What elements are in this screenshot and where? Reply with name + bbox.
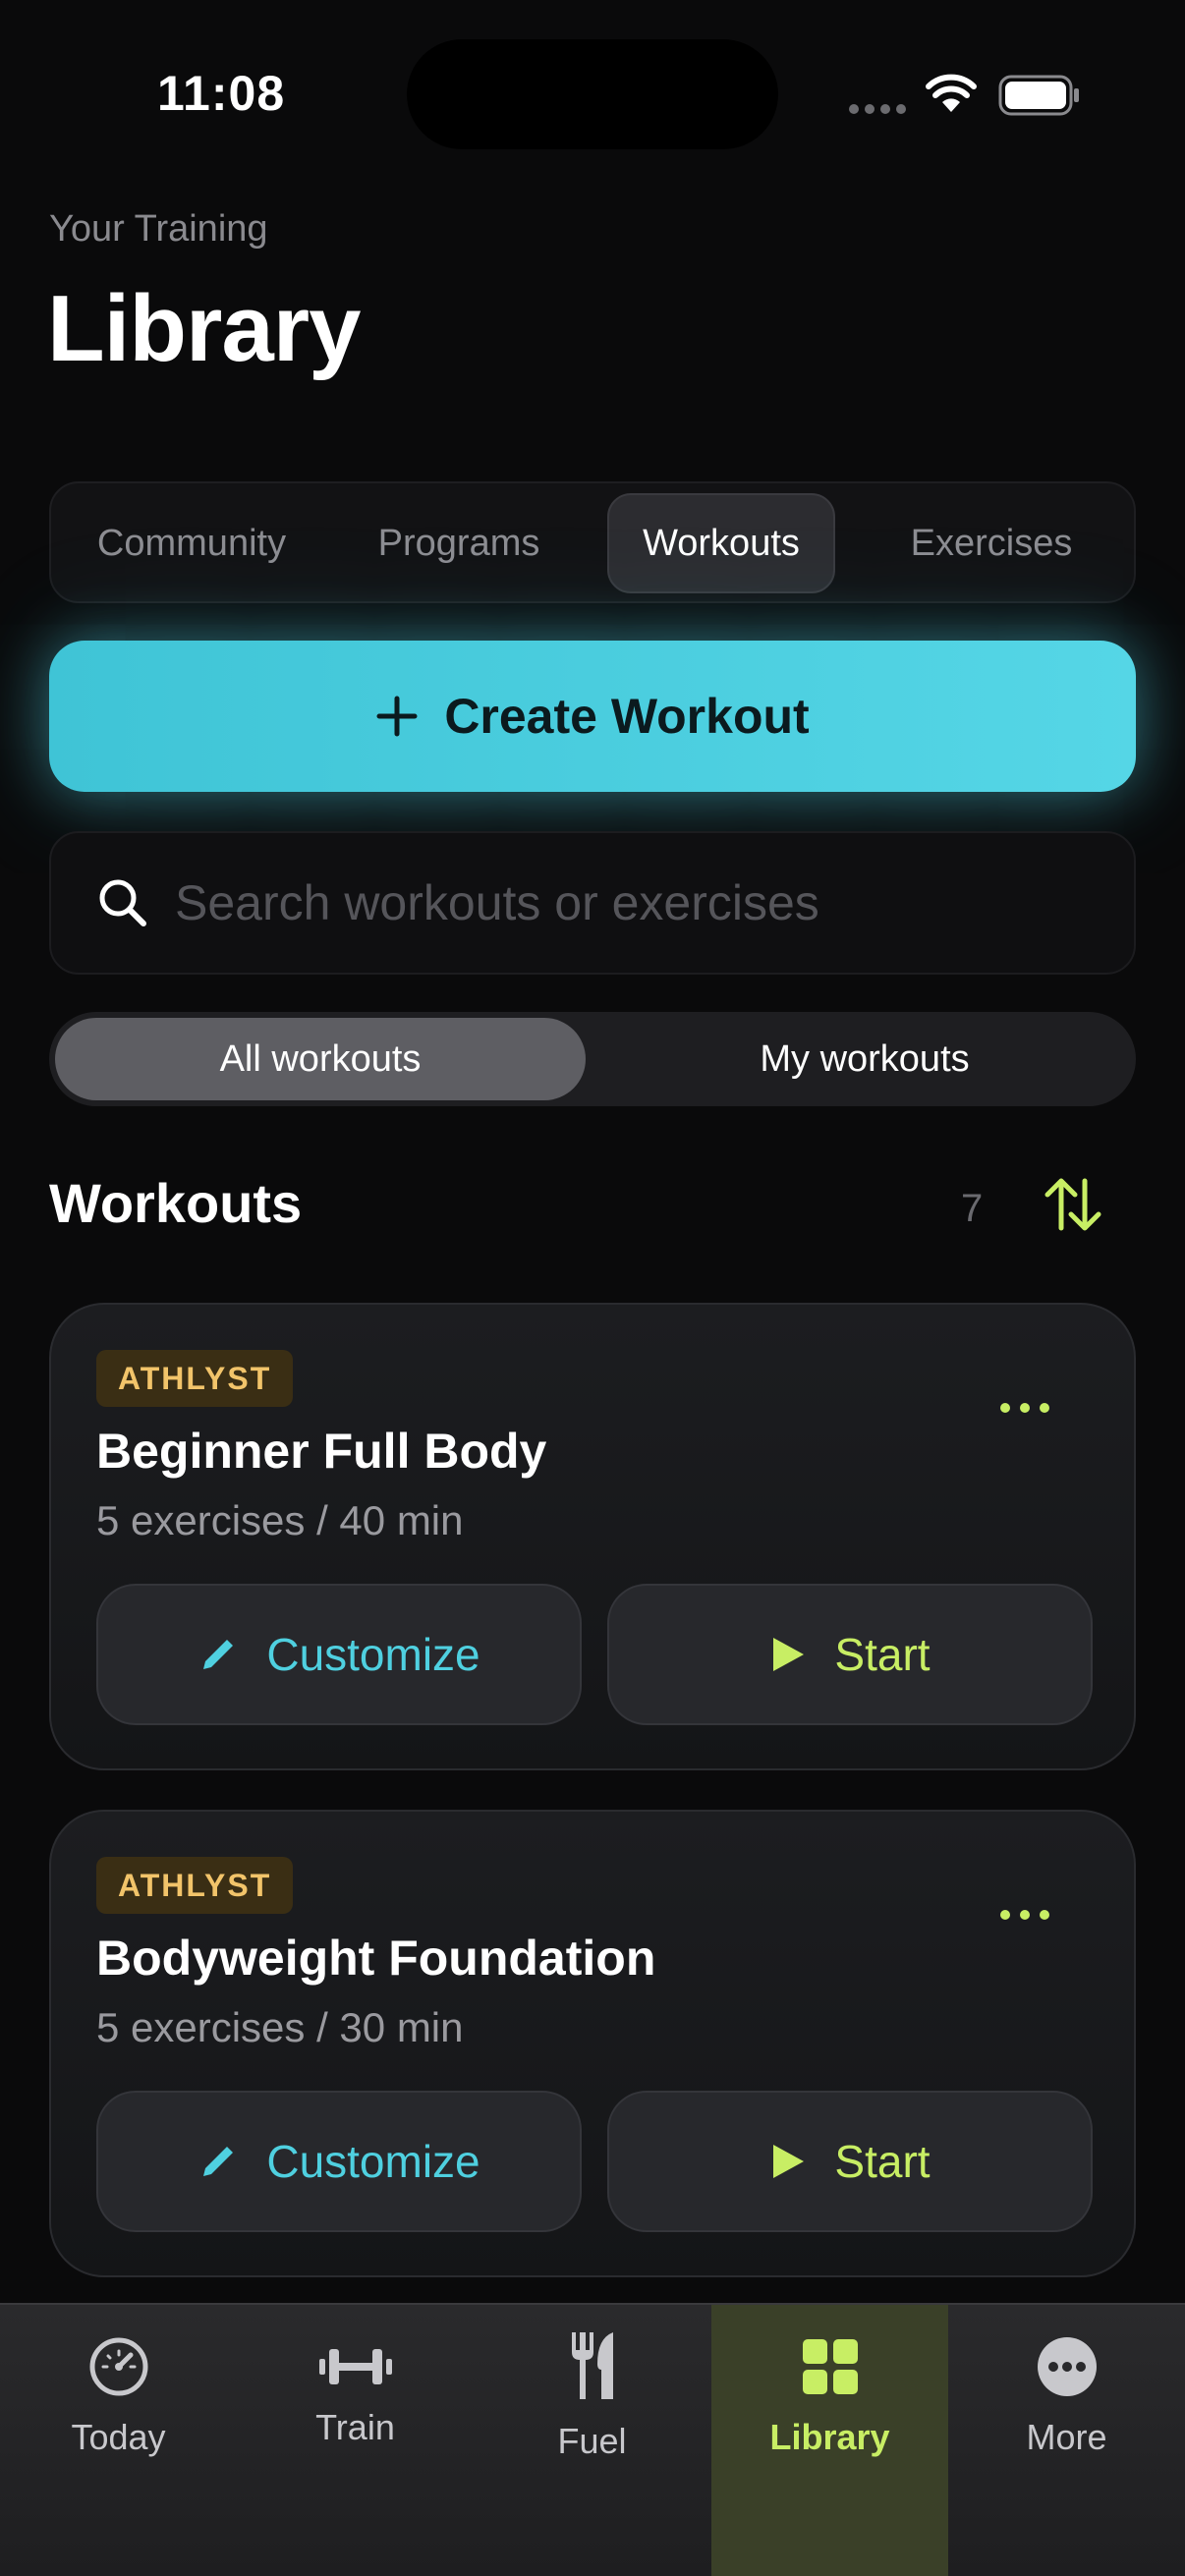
nav-fuel[interactable]: Fuel [474,2305,710,2576]
source-badge: ATHLYST [96,1350,294,1407]
nav-today[interactable]: Today [0,2305,237,2576]
tab-programs[interactable]: Programs [328,493,590,593]
filter-all-workouts[interactable]: All workouts [55,1018,586,1100]
battery-icon [998,75,1079,116]
start-label: Start [834,1629,931,1680]
wifi-icon [926,74,977,112]
workout-count: 7 [961,1187,984,1230]
start-button[interactable]: Start [607,2091,1093,2232]
play-icon [773,2145,805,2178]
workout-card[interactable]: ATHLYST Bodyweight Foundation 5 exercise… [49,1810,1136,2277]
customize-button[interactable]: Customize [96,1584,582,1725]
cellular-signal-icon [849,104,906,114]
start-label: Start [834,2136,931,2187]
create-workout-label: Create Workout [444,689,810,744]
pencil-icon [203,2147,234,2176]
section-title: Workouts [49,1172,303,1234]
library-tabs: Community Programs Workouts Exercises [49,481,1136,603]
more-options-icon[interactable] [1000,1910,1049,1920]
status-time: 11:08 [157,66,286,121]
source-badge: ATHLYST [96,1857,294,1914]
nav-more[interactable]: More [948,2305,1185,2576]
create-workout-button[interactable]: Create Workout [49,641,1136,792]
plus-icon [376,696,418,737]
customize-label: Customize [266,2136,480,2187]
speedometer-icon [89,2337,147,2396]
start-button[interactable]: Start [607,1584,1093,1725]
tab-exercises[interactable]: Exercises [861,493,1122,593]
dynamic-island [407,39,778,149]
grid-icon [802,2339,858,2394]
tab-workouts[interactable]: Workouts [607,493,835,593]
nav-library[interactable]: Library [711,2305,948,2576]
pencil-icon [203,1640,234,1669]
workout-card[interactable]: ATHLYST Beginner Full Body 5 exercises /… [49,1303,1136,1770]
nav-label: Library [769,2417,890,2457]
page-eyebrow: Your Training [49,208,268,250]
search-input[interactable] [175,833,1099,973]
page-title: Library [47,276,361,381]
customize-label: Customize [266,1629,480,1680]
nav-label: Fuel [557,2421,627,2461]
nav-label: More [1026,2417,1107,2457]
dumbbell-icon [318,2349,392,2384]
workout-filter-toggle: All workouts My workouts [49,1012,1136,1106]
ellipsis-circle-icon [1037,2337,1097,2396]
nav-train[interactable]: Train [237,2305,474,2576]
workout-title: Bodyweight Foundation [96,1931,656,1986]
play-icon [773,1638,805,1671]
search-icon [99,879,146,926]
search-bar [49,831,1136,975]
customize-button[interactable]: Customize [96,2091,582,2232]
tab-community[interactable]: Community [61,493,322,593]
more-options-icon[interactable] [1000,1403,1049,1413]
bottom-tab-bar: Today Train Fuel Library More [0,2303,1185,2576]
sort-icon[interactable] [1042,1173,1104,1236]
workout-meta: 5 exercises / 40 min [96,1497,464,1543]
nav-label: Train [315,2407,395,2447]
workout-meta: 5 exercises / 30 min [96,2004,464,2050]
workout-title: Beginner Full Body [96,1424,547,1479]
filter-my-workouts[interactable]: My workouts [599,1018,1130,1100]
nav-label: Today [71,2417,166,2457]
fork-knife-icon [571,2332,613,2399]
